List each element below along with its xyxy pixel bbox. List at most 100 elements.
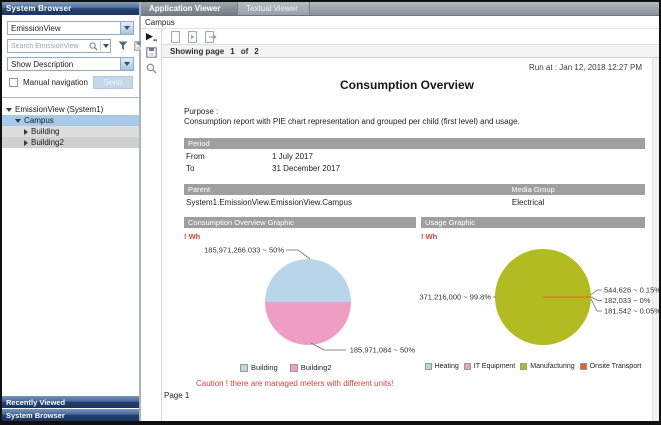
tree-item-emissionview[interactable]: EmissionView (System1) (2, 104, 139, 115)
tree-item-building2[interactable]: Building2 (2, 137, 139, 148)
triangle-right-icon[interactable] (24, 129, 28, 135)
period-from-value: 1 July 2017 (272, 152, 313, 161)
callout-label: 185,971,084 ~ 50% (350, 346, 416, 355)
status-total-pages: 2 (254, 47, 258, 56)
go-to-page-icon[interactable] (188, 31, 197, 43)
callout-label: 371,216,000 ~ 99.8% (419, 293, 491, 302)
recently-viewed-bar[interactable]: Recently Viewed (2, 396, 139, 408)
legend-label: Building2 (301, 363, 332, 372)
tree-item-building[interactable]: Building (2, 126, 139, 137)
report-page: Run at : Jan 12, 2018 12:27 PM Consumpti… (162, 58, 652, 421)
legend-label: IT Equipment (474, 363, 516, 370)
run-at-timestamp: Run at : Jan 12, 2018 12:27 PM (162, 63, 642, 72)
legend-label: Onsite Transport (590, 363, 642, 370)
zoom-icon[interactable] (146, 63, 157, 74)
tab-textual-viewer[interactable]: Textual Viewer (238, 2, 310, 15)
triangle-down-icon[interactable] (15, 119, 21, 123)
callout-line (591, 297, 602, 301)
period-section-header: Period (184, 138, 645, 149)
purpose-label: Purpose : (184, 107, 652, 117)
legend-item: Building2 (290, 363, 332, 372)
tree-item-label: EmissionView (System1) (15, 105, 103, 114)
view-mode-select[interactable]: Show Description (7, 57, 134, 71)
system-browser-label: System Browser (6, 411, 65, 420)
domain-select-button[interactable] (120, 22, 133, 34)
media-group-header-label: Media Group (511, 185, 645, 194)
status-current-page: 1 (230, 47, 234, 56)
period-to-label: To (186, 164, 272, 173)
pie-slice-building2[interactable] (265, 302, 351, 345)
legend-label: Building (251, 363, 278, 372)
divider (2, 97, 139, 98)
viewer-tabbar: Application Viewer Textual Viewer (141, 2, 659, 16)
send-button[interactable]: Send (93, 76, 133, 89)
view-mode-select-button[interactable] (120, 58, 133, 70)
legend-swatch-heating (425, 363, 432, 370)
system-browser-header[interactable]: System Browser (2, 2, 139, 15)
search-icon[interactable] (88, 42, 99, 51)
legend-item: IT Equipment (464, 363, 516, 370)
app-window: System Browser EmissionView (0, 0, 661, 425)
manual-navigation-checkbox[interactable] (9, 78, 18, 87)
consumption-graphic-title: Consumption Overview Graphic (188, 218, 294, 227)
callout-label: 544,626 ~ 0.15% (604, 286, 659, 295)
divider (100, 41, 101, 51)
tab-application-viewer[interactable]: Application Viewer (141, 2, 238, 15)
tree-item-label: Building2 (31, 138, 64, 147)
report-viewport[interactable]: Run at : Jan 12, 2018 12:27 PM Consumpti… (162, 58, 659, 421)
search-box[interactable] (7, 39, 111, 53)
period-row-from: From 1 July 2017 (186, 151, 645, 161)
search-input[interactable] (8, 43, 88, 50)
legend-item: Manufacturing (520, 363, 574, 370)
callout-line (591, 290, 602, 295)
report-toolbar (162, 29, 659, 44)
usage-legend: Heating IT Equipment Manuf (421, 363, 645, 370)
domain-select-value: EmissionView (8, 22, 120, 34)
page-number-label: Page 1 (164, 391, 652, 400)
viewer-side-toolbar (141, 29, 162, 421)
system-browser-title: System Browser (6, 4, 72, 13)
system-browser-bar[interactable]: System Browser (2, 409, 139, 421)
breadcrumb-label[interactable]: Campus (145, 18, 175, 27)
pie-slice-building[interactable] (265, 259, 351, 302)
callout-label: 185,971,266.033 ~ 50% (204, 246, 284, 255)
legend-item: Onsite Transport (580, 363, 642, 370)
recently-viewed-label: Recently Viewed (6, 398, 65, 407)
save-icon[interactable] (146, 47, 157, 58)
page-status-bar: Showing page 1 of 2 (162, 44, 659, 58)
purpose-text: Consumption report with PIE chart repres… (184, 117, 652, 127)
legend-swatch-building (240, 364, 248, 372)
domain-select[interactable]: EmissionView (7, 21, 134, 35)
usage-chart: Usage Graphic ! Wh 371,216,000 ~ 99.8% (421, 217, 645, 372)
legend-swatch-manufacturing (520, 363, 527, 370)
run-icon[interactable] (145, 32, 157, 42)
tab-label: Application Viewer (149, 4, 220, 13)
triangle-right-icon[interactable] (24, 140, 28, 146)
status-of: of (241, 47, 249, 56)
legend-item: Heating (425, 363, 459, 370)
triangle-down-icon[interactable] (6, 108, 12, 112)
tab-label: Textual Viewer (246, 4, 298, 13)
media-group-value: Electrical (512, 198, 645, 207)
tree-item-label: Campus (24, 116, 54, 125)
page-icon[interactable] (171, 31, 180, 43)
tree-item-campus[interactable]: Campus (2, 115, 139, 126)
parent-header-label: Parent (184, 185, 511, 194)
caution-message: Caution ! there are managed meters with … (196, 379, 652, 388)
legend-item: Building (240, 363, 278, 372)
consumption-legend: Building Building2 (240, 363, 416, 372)
usage-pie-chart: 371,216,000 ~ 99.8% 544,626 ~ 0.15% 182,… (421, 242, 647, 360)
export-icon[interactable] (205, 31, 217, 43)
consumption-overview-chart: Consumption Overview Graphic ! Wh 185,97… (184, 217, 416, 372)
legend-swatch-onsite-transport (580, 363, 587, 370)
unit-warning: ! Wh (421, 232, 645, 241)
chevron-down-icon (124, 26, 130, 30)
breadcrumb: Campus (141, 16, 659, 29)
tree-item-label: Building (31, 127, 59, 136)
manual-navigation-label: Manual navigation (23, 78, 93, 87)
search-options-button[interactable] (102, 44, 110, 48)
legend-swatch-building2 (290, 364, 298, 372)
usage-graphic-header: Usage Graphic (421, 217, 645, 228)
filter-icon[interactable] (118, 41, 128, 51)
legend-label: Heating (435, 363, 459, 370)
